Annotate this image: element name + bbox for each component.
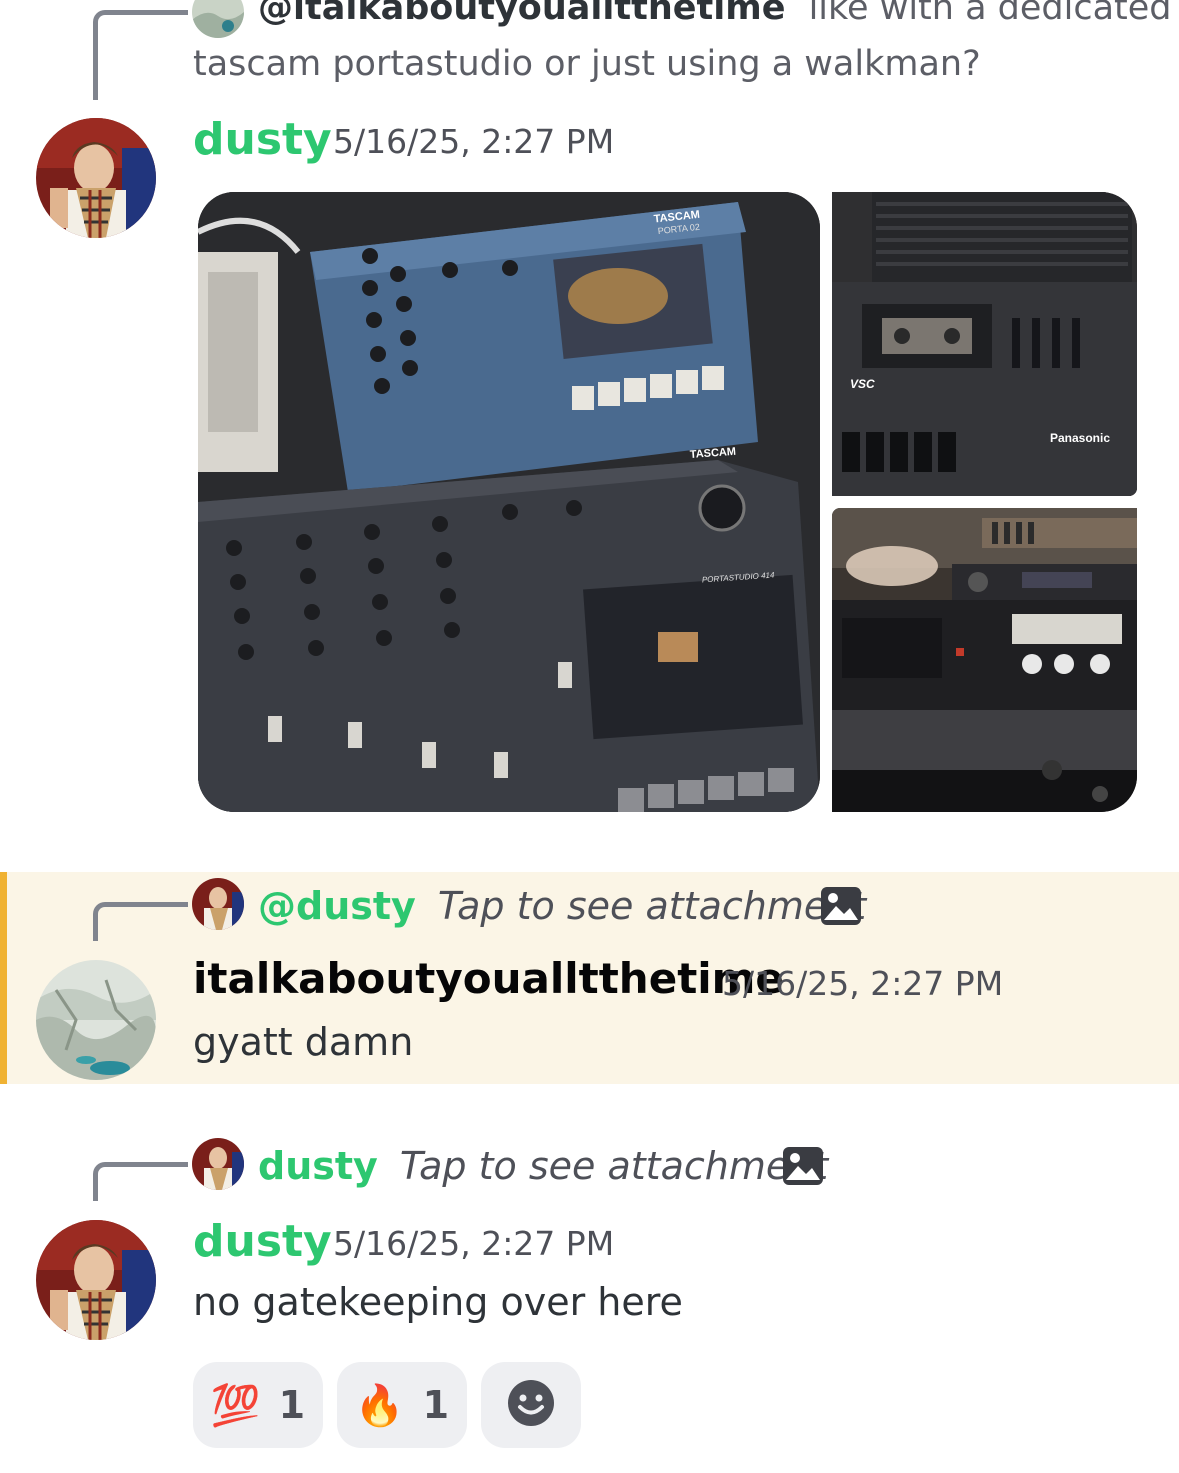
author-avatar[interactable] bbox=[36, 960, 156, 1080]
reaction-count: 1 bbox=[278, 1383, 306, 1427]
author-avatar[interactable] bbox=[36, 118, 156, 238]
brand-label-3: Panasonic bbox=[1050, 431, 1110, 445]
image-attachment-panasonic[interactable]: VSC Panasonic bbox=[832, 192, 1137, 496]
reply-author[interactable]: @italkaboutyoualltthetime bbox=[258, 0, 785, 28]
reply-connector bbox=[93, 902, 188, 941]
image-icon bbox=[820, 886, 862, 930]
reply-preview[interactable]: @dusty Tap to see attachment bbox=[258, 884, 866, 928]
image-attachment-deck-stack[interactable] bbox=[832, 508, 1137, 812]
reaction-100[interactable]: 💯 1 bbox=[193, 1362, 323, 1448]
reply-preview[interactable]: dusty Tap to see attachment bbox=[258, 1144, 828, 1188]
mention-highlight-bar bbox=[0, 872, 7, 1084]
badge-label: VSC bbox=[850, 377, 875, 391]
author-name[interactable]: dusty bbox=[193, 1216, 332, 1267]
reply-avatar[interactable] bbox=[192, 1138, 244, 1190]
add-reaction-icon bbox=[506, 1378, 556, 1432]
reply-avatar[interactable] bbox=[192, 878, 244, 930]
reply-text: Tap to see attachment bbox=[437, 884, 867, 928]
reply-avatar[interactable] bbox=[192, 0, 244, 38]
reply-connector bbox=[93, 1162, 188, 1201]
author-name[interactable]: dusty bbox=[193, 114, 332, 165]
reply-preview[interactable]: @italkaboutyoualltthetime like with a de… bbox=[258, 0, 1172, 28]
reaction-count: 1 bbox=[422, 1383, 450, 1427]
reaction-fire[interactable]: 🔥 1 bbox=[337, 1362, 467, 1448]
message-text: gyatt damn bbox=[193, 1020, 414, 1064]
timestamp: 5/16/25, 2:27 PM bbox=[722, 964, 1004, 1003]
reply-author[interactable]: @dusty bbox=[258, 884, 416, 928]
reply-text: Tap to see attachment bbox=[399, 1144, 829, 1188]
timestamp: 5/16/25, 2:27 PM bbox=[333, 122, 615, 161]
reply-connector bbox=[93, 10, 188, 100]
author-avatar[interactable] bbox=[36, 1220, 156, 1340]
add-reaction-button[interactable] bbox=[481, 1362, 581, 1448]
image-icon bbox=[782, 1146, 824, 1190]
reply-text: like with a dedicated bbox=[808, 0, 1172, 28]
author-name[interactable]: italkaboutyoualltthetime bbox=[193, 954, 784, 1003]
timestamp: 5/16/25, 2:27 PM bbox=[333, 1224, 615, 1263]
reply-author[interactable]: dusty bbox=[258, 1144, 378, 1188]
fire-icon: 🔥 bbox=[354, 1382, 405, 1429]
image-attachment-tascam[interactable]: TASCAM PORTA 02 TASCAM PORTASTUDIO 414 bbox=[198, 192, 820, 812]
message-text: no gatekeeping over here bbox=[193, 1280, 683, 1324]
reply-text-continued: tascam portastudio or just using a walkm… bbox=[193, 44, 981, 84]
hundred-points-icon: 💯 bbox=[210, 1382, 261, 1429]
